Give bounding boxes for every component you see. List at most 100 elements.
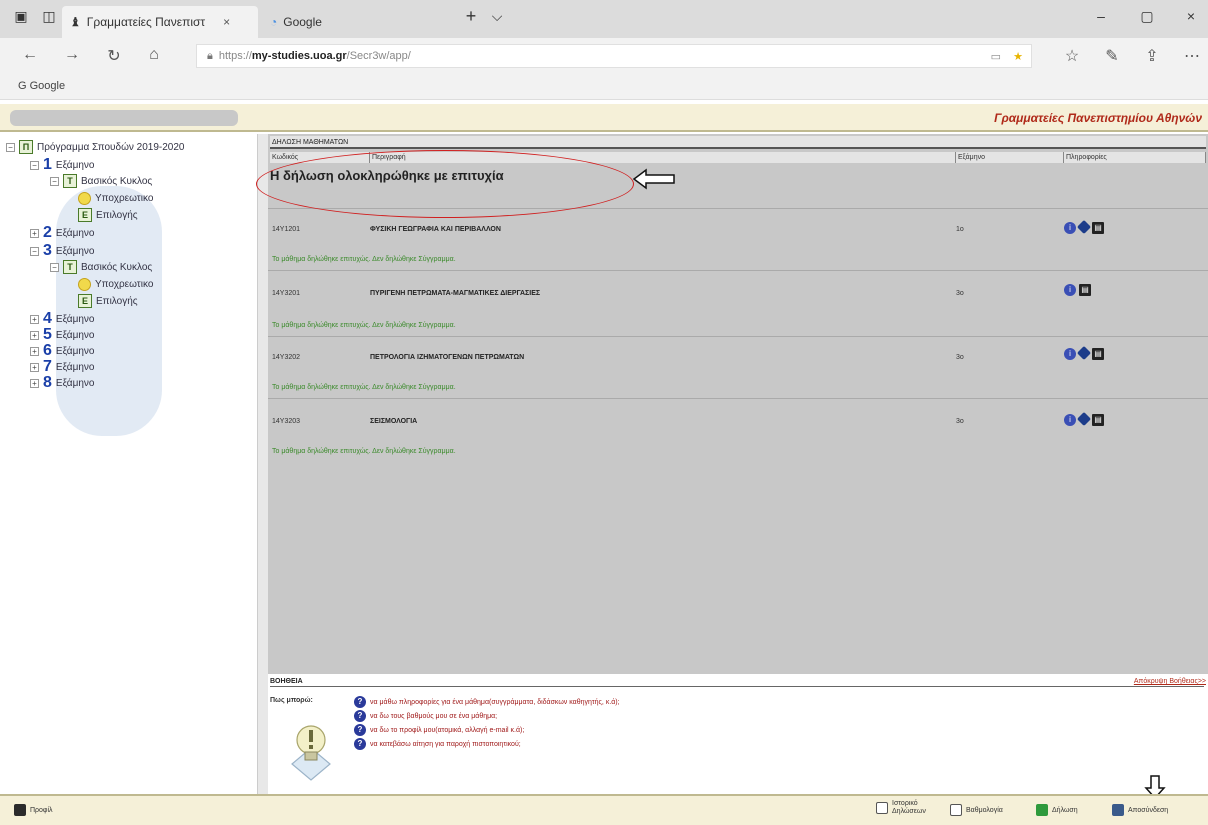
document-icon[interactable]: ▤ [1092, 348, 1104, 360]
refresh-button[interactable]: ↻ [102, 46, 126, 66]
declaration-button[interactable]: Δήλωση [1036, 804, 1078, 816]
tree-mandatory-1[interactable]: Υποχρεωτικο [78, 192, 153, 205]
more-icon[interactable]: ⋯ [1180, 46, 1204, 66]
collapse-icon[interactable]: − [50, 262, 59, 272]
favorite-star-icon[interactable]: ★ [1013, 50, 1023, 63]
tree-root-label: Πρόγραμμα Σπουδών 2019-2020 [37, 141, 185, 153]
info-icon[interactable]: i [1064, 284, 1076, 296]
tab-menu-icon[interactable]: ⌵ [482, 8, 512, 25]
semester-number: 1 [43, 156, 52, 173]
book-icon[interactable] [1076, 411, 1092, 427]
tree-cycle-3[interactable]: − T Βασικός Κυκλος [50, 260, 152, 274]
splitter-scrollbar[interactable] [258, 134, 268, 794]
url-field[interactable]: 🔒︎ https:// my-studies.uoa.gr /Secr3w/ap… [196, 44, 1032, 68]
info-icon[interactable]: i [1064, 414, 1076, 426]
tab-actions-icon[interactable]: ▣ [6, 8, 36, 25]
help-item[interactable]: ? να μάθω πληροφορίες για ένα μάθημα(συγ… [354, 696, 620, 708]
semester-number: 8 [43, 374, 52, 391]
tab-google[interactable]: ◔ Google [262, 6, 452, 38]
book-icon[interactable] [1076, 345, 1092, 361]
program-icon: Π [19, 140, 33, 154]
url-host: my-studies.uoa.gr [251, 50, 347, 62]
expand-icon[interactable]: + [30, 346, 39, 356]
help-item[interactable]: ? να δω το προφίλ μου(ατομικά, αλλαγή e-… [354, 724, 524, 736]
logout-button[interactable]: Αποσύνδεση [1112, 804, 1168, 816]
help-item[interactable]: ? να κατεβάσω αίτηση για παροχή πιστοποι… [354, 738, 521, 750]
tree-elective-3[interactable]: Ε Επιλογής [78, 294, 138, 308]
collapse-icon[interactable]: − [30, 246, 39, 256]
course-info-icons: i ▤ [1064, 411, 1104, 427]
document-icon[interactable]: ▤ [1092, 414, 1104, 426]
elective-icon: Ε [78, 294, 92, 308]
home-button[interactable]: ⌂ [142, 46, 166, 64]
help-item[interactable]: ? να δω τους βαθμούς μου σε ένα μάθημα; [354, 710, 497, 722]
help-panel: ΒΟΗΘΕΙΑ Απόκρυψη Βοήθειας>> Πως μπορώ: ?… [268, 676, 1208, 794]
cycle-label: Βασικός Κυκλος [81, 261, 153, 273]
maximize-button[interactable]: ▢ [1132, 8, 1162, 25]
expand-icon[interactable]: + [30, 330, 39, 340]
semester-label: Εξάμηνο [55, 377, 95, 389]
tab-university[interactable]: ♝ Γραμματείες Πανεπιστ × [62, 6, 258, 38]
logout-label: Αποσύνδεση [1128, 806, 1169, 814]
collapse-icon[interactable]: − [30, 160, 39, 170]
question-icon: ? [354, 696, 366, 708]
google-favicon-icon: ◔ [270, 15, 278, 29]
info-icon[interactable]: i [1064, 348, 1076, 360]
tree-semester-1[interactable]: − 1 Εξάμηνο [30, 156, 94, 174]
expand-icon[interactable]: + [30, 378, 39, 388]
tree-root[interactable]: − Π Πρόγραμμα Σπουδών 2019-2020 [6, 140, 185, 154]
tab-favicon-icon: ♝ [70, 15, 81, 29]
tree-semester-3[interactable]: − 3 Εξάμηνο [30, 242, 94, 260]
bottom-toolbar: Προφίλ Ιστορικό Δηλώσεων Βαθμολογία Δήλω… [0, 794, 1208, 825]
minimize-button[interactable]: – [1086, 8, 1116, 24]
row-divider [268, 398, 1208, 399]
profile-button[interactable]: Προφίλ [14, 804, 53, 816]
annotation-ellipse [256, 150, 634, 218]
bookmark-google[interactable]: G Google [18, 80, 65, 92]
tab-set-aside-icon[interactable]: ◫ [34, 8, 64, 25]
hide-help-link[interactable]: Απόκρυψη Βοήθειας>> [1134, 678, 1206, 685]
course-info-icons: i ▤ [1064, 219, 1104, 235]
notes-icon[interactable]: ✎ [1100, 46, 1124, 66]
semester-number: 3 [43, 242, 52, 259]
tree-elective-1[interactable]: Ε Επιλογής [78, 208, 138, 222]
help-item-label: να κατεβάσω αίτηση για παροχή πιστοποιητ… [370, 740, 521, 748]
grades-button[interactable]: Βαθμολογία [950, 804, 1003, 816]
column-header-semester: Εξάμηνο [956, 152, 1064, 163]
expand-icon[interactable]: + [30, 314, 39, 324]
help-question-label: Πως μπορώ: [270, 697, 313, 704]
forward-button[interactable]: → [60, 46, 84, 64]
share-icon[interactable]: ⇪ [1140, 46, 1164, 66]
back-button[interactable]: ← [18, 46, 42, 64]
help-divider [270, 686, 1204, 687]
expand-icon[interactable]: + [30, 228, 39, 238]
info-icon[interactable]: i [1064, 222, 1076, 234]
question-icon: ? [354, 724, 366, 736]
course-semester: 3ο [956, 354, 964, 361]
course-info-icons: i ▤ [1064, 345, 1104, 361]
annotation-left-arrow-icon [632, 168, 675, 190]
collapse-icon[interactable]: − [6, 142, 15, 152]
history-label-line2: Δηλώσεων [892, 808, 926, 815]
mandatory-label: Υποχρεωτικο [95, 193, 154, 204]
tree-semester-2[interactable]: + 2 Εξάμηνο [30, 224, 94, 242]
expand-icon[interactable]: + [30, 362, 39, 372]
tree-mandatory-3[interactable]: Υποχρεωτικο [78, 278, 153, 291]
collapse-icon[interactable]: − [50, 176, 59, 186]
semester-label: Εξάμηνο [55, 227, 95, 239]
course-note: Το μάθημα δηλώθηκε επιτυχώς. Δεν δηλώθηκ… [272, 448, 456, 455]
tree-semester-8[interactable]: + 8 Εξάμηνο [30, 374, 94, 392]
tree-cycle-1[interactable]: − T Βασικός Κυκλος [50, 174, 152, 188]
document-icon[interactable]: ▤ [1079, 284, 1091, 296]
window-close-button[interactable]: × [1176, 8, 1206, 24]
reading-view-icon[interactable]: ▭ [991, 50, 1001, 63]
course-semester: 3ο [956, 418, 964, 425]
tab-label: Γραμματείες Πανεπιστ [86, 15, 206, 29]
semester-label: Εξάμηνο [55, 361, 95, 373]
history-button[interactable]: Ιστορικό Δηλώσεων [876, 800, 926, 816]
favorites-icon[interactable]: ☆ [1060, 46, 1084, 66]
document-icon[interactable]: ▤ [1092, 222, 1104, 234]
book-icon[interactable] [1076, 219, 1092, 235]
tab-close-icon[interactable]: × [223, 15, 230, 29]
course-info-icons: i ▤ [1064, 284, 1091, 296]
